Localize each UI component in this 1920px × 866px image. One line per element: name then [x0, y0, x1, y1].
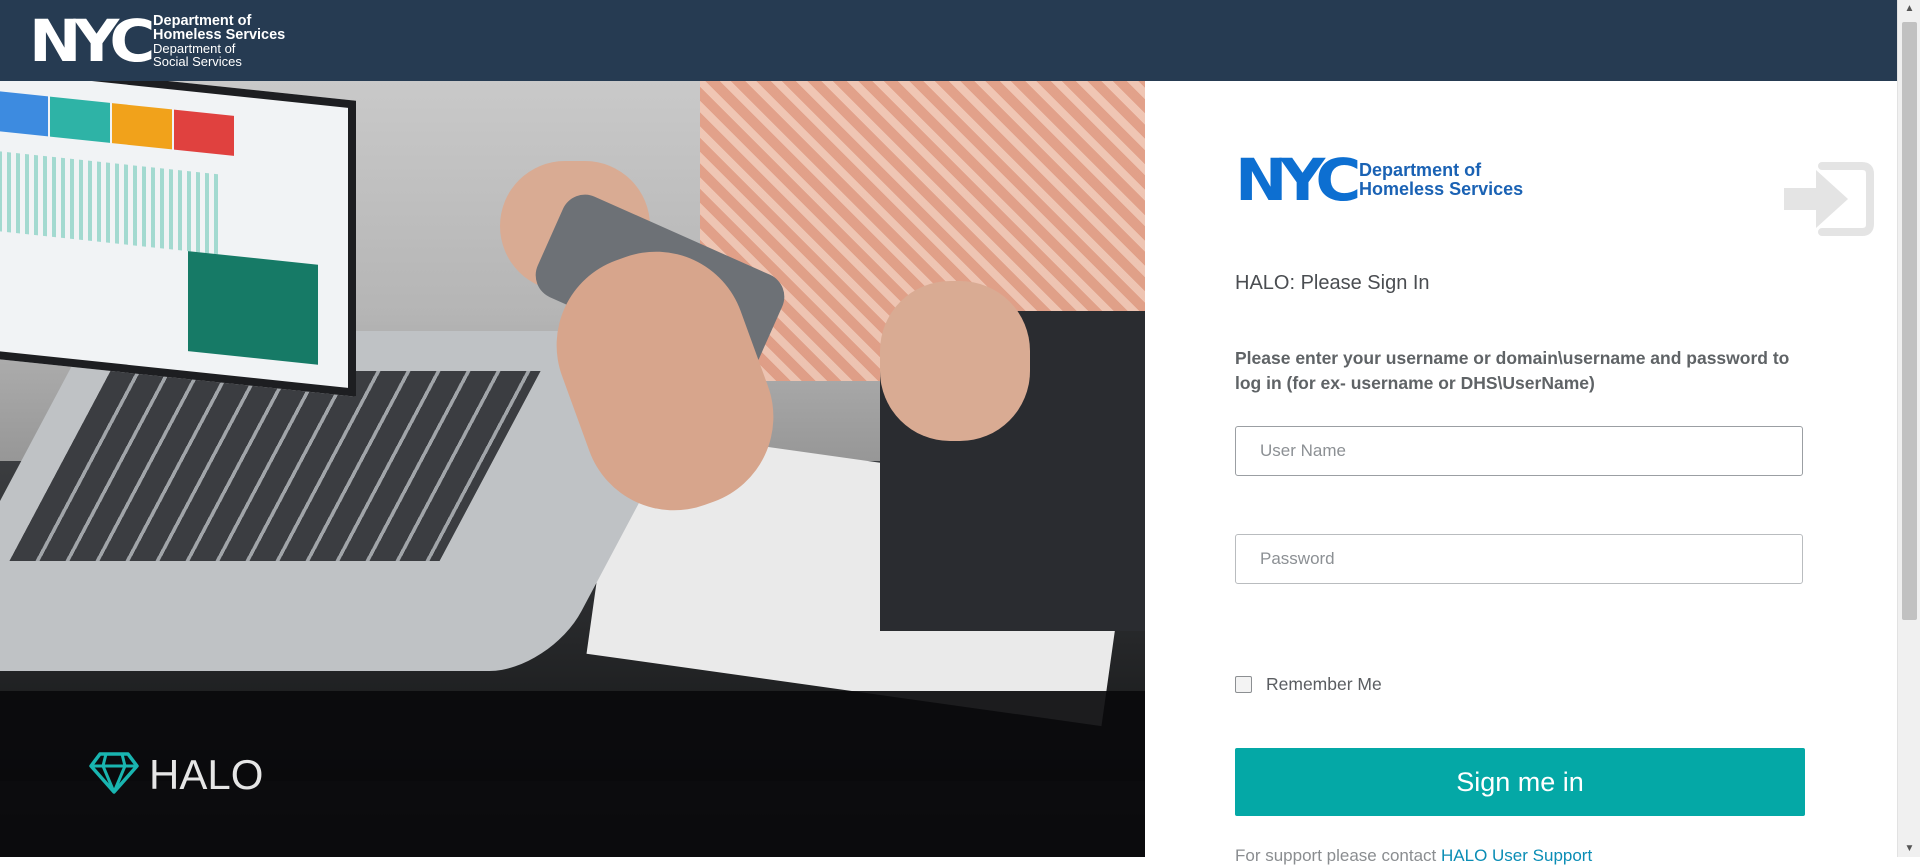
support-text: For support please contact HALO User Sup…: [1235, 846, 1592, 866]
nyc-dhs-logo[interactable]: NYC Department of Homeless Services Depa…: [29, 7, 285, 75]
vertical-scrollbar[interactable]: ▲ ▼: [1897, 0, 1920, 857]
scroll-up-icon[interactable]: ▲: [1898, 0, 1920, 17]
screen-tile: [0, 90, 48, 137]
screen-tile: [50, 96, 110, 143]
diamond-icon: [89, 751, 139, 799]
password-input[interactable]: [1235, 534, 1803, 584]
top-header: NYC Department of Homeless Services Depa…: [0, 0, 1897, 81]
login-instructions: Please enter your username or domain\use…: [1235, 348, 1790, 393]
screen-map: [188, 251, 318, 365]
photo-hand: [880, 281, 1030, 441]
username-input[interactable]: [1235, 426, 1803, 476]
scrollbar-thumb[interactable]: [1902, 22, 1917, 620]
halo-brand-name: HALO: [149, 751, 264, 798]
nyc-logo-mark: NYC: [29, 7, 155, 75]
login-heading: HALO: Please Sign In: [1235, 272, 1430, 294]
login-department-name: Department of Homeless Services: [1359, 161, 1523, 199]
support-prefix: For support please contact: [1235, 846, 1437, 865]
dept-line-2: Homeless Services: [153, 27, 286, 43]
login-dept-line-2: Homeless Services: [1359, 179, 1524, 199]
remember-me[interactable]: Remember Me: [1235, 674, 1382, 695]
dept-line-1: Department of: [153, 13, 252, 29]
screen-tile: [112, 103, 172, 150]
sign-in-icon: [1782, 158, 1874, 245]
support-link[interactable]: HALO User Support: [1441, 846, 1592, 865]
remember-me-label[interactable]: Remember Me: [1266, 674, 1382, 695]
login-dept-line-1: Department of: [1359, 160, 1482, 180]
remember-me-checkbox[interactable]: [1235, 676, 1252, 693]
dept-line-4: Social Services: [153, 54, 242, 69]
scroll-down-icon[interactable]: ▼: [1898, 840, 1920, 857]
nyc-logo-mark: NYC: [1235, 146, 1361, 214]
sign-in-button[interactable]: Sign me in: [1235, 748, 1805, 816]
screen-tile: [174, 109, 234, 156]
halo-brand: HALO: [89, 751, 263, 799]
login-nyc-dhs-logo: NYC Department of Homeless Services: [1235, 146, 1523, 214]
screen-chart: [0, 151, 218, 255]
photo-laptop-screen: [0, 81, 356, 397]
department-names: Department of Homeless Services Departme…: [153, 14, 285, 68]
